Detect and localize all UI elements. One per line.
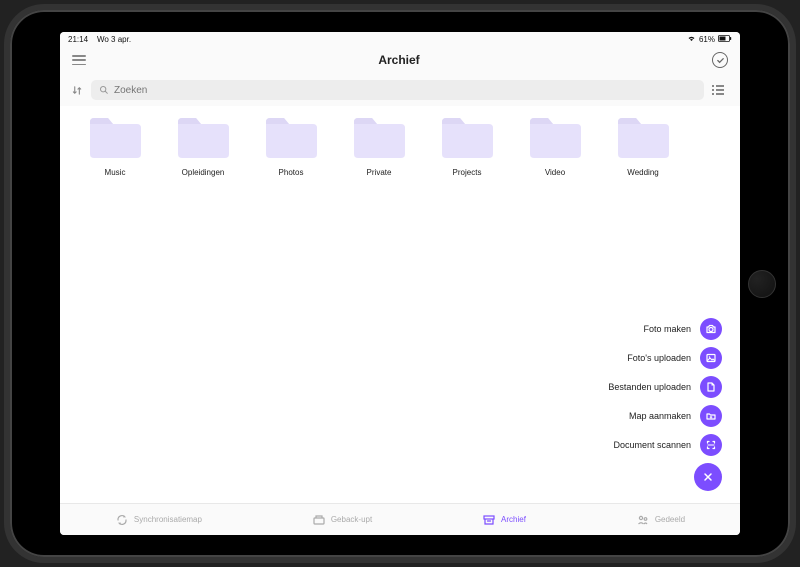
folder-grid: Music Opleidingen Photos Private Project…	[64, 114, 736, 177]
status-right: 61%	[687, 35, 732, 44]
page-title: Archief	[378, 53, 419, 67]
status-left: 21:14 Wo 3 apr.	[68, 35, 131, 44]
battery-percent: 61%	[699, 35, 715, 44]
sort-button[interactable]	[72, 85, 83, 96]
folder-icon	[88, 114, 143, 160]
folder-icon	[616, 114, 671, 160]
tab-label: Gedeeld	[655, 515, 685, 524]
search-box[interactable]	[91, 80, 704, 100]
archive-icon	[482, 513, 496, 527]
status-date: Wo 3 apr.	[97, 35, 131, 44]
screen: 21:14 Wo 3 apr. 61% Archief	[60, 32, 740, 535]
folder-item[interactable]: Wedding	[612, 114, 674, 177]
tab-label: Geback-upt	[331, 515, 372, 524]
fab-label: Foto's uploaden	[627, 353, 691, 363]
fab-action[interactable]: Bestanden uploaden	[608, 376, 722, 398]
folder-item[interactable]: Projects	[436, 114, 498, 177]
fab-action[interactable]: Foto's uploaden	[627, 347, 722, 369]
backup-icon	[312, 513, 326, 527]
folder-name: Private	[367, 168, 392, 177]
folder-name: Photos	[279, 168, 304, 177]
folder-icon	[264, 114, 319, 160]
folder-icon	[528, 114, 583, 160]
status-bar: 21:14 Wo 3 apr. 61%	[60, 32, 740, 46]
fab-label: Map aanmaken	[629, 411, 691, 421]
folder-item[interactable]: Photos	[260, 114, 322, 177]
fab-action[interactable]: Map aanmaken	[629, 405, 722, 427]
tab-backup[interactable]: Geback-upt	[312, 513, 372, 527]
select-mode-button[interactable]	[712, 52, 728, 68]
folder-item[interactable]: Private	[348, 114, 410, 177]
image-icon[interactable]	[700, 347, 722, 369]
view-toggle-button[interactable]	[712, 85, 728, 95]
file-icon[interactable]	[700, 376, 722, 398]
folder-item[interactable]: Music	[84, 114, 146, 177]
folder-name: Music	[105, 168, 126, 177]
fab-label: Bestanden uploaden	[608, 382, 691, 392]
fab-close-button[interactable]	[694, 463, 722, 491]
folder-item[interactable]: Opleidingen	[172, 114, 234, 177]
sync-icon	[115, 513, 129, 527]
folder-name: Projects	[453, 168, 482, 177]
folder-plus-icon[interactable]	[700, 405, 722, 427]
folder-name: Video	[545, 168, 565, 177]
home-button[interactable]	[748, 270, 776, 298]
fab-menu: Foto maken Foto's uploaden Bestanden upl…	[608, 318, 722, 491]
ipad-device-frame: 21:14 Wo 3 apr. 61% Archief	[10, 10, 790, 557]
camera-icon[interactable]	[700, 318, 722, 340]
toolbar	[60, 74, 740, 106]
tab-label: Archief	[501, 515, 526, 524]
folder-name: Opleidingen	[182, 168, 225, 177]
tab-label: Synchronisatiemap	[134, 515, 202, 524]
fab-label: Foto maken	[643, 324, 691, 334]
folder-icon	[352, 114, 407, 160]
fab-action[interactable]: Document scannen	[613, 434, 722, 456]
folder-name: Wedding	[627, 168, 658, 177]
scan-icon[interactable]	[700, 434, 722, 456]
menu-icon[interactable]	[72, 55, 86, 65]
tab-archive[interactable]: Archief	[482, 513, 526, 527]
nav-bar: Archief	[60, 46, 740, 74]
fab-action[interactable]: Foto maken	[643, 318, 722, 340]
search-icon	[99, 85, 109, 95]
tab-sync[interactable]: Synchronisatiemap	[115, 513, 202, 527]
battery-icon	[718, 35, 732, 44]
fab-label: Document scannen	[613, 440, 691, 450]
search-input[interactable]	[114, 85, 696, 96]
wifi-icon	[687, 35, 696, 44]
tab-shared[interactable]: Gedeeld	[636, 513, 685, 527]
tab-bar: Synchronisatiemap Geback-upt Archief Gedeel…	[60, 503, 740, 535]
folder-icon	[440, 114, 495, 160]
shared-icon	[636, 513, 650, 527]
folder-icon	[176, 114, 231, 160]
status-time: 21:14	[68, 35, 88, 44]
folder-item[interactable]: Video	[524, 114, 586, 177]
